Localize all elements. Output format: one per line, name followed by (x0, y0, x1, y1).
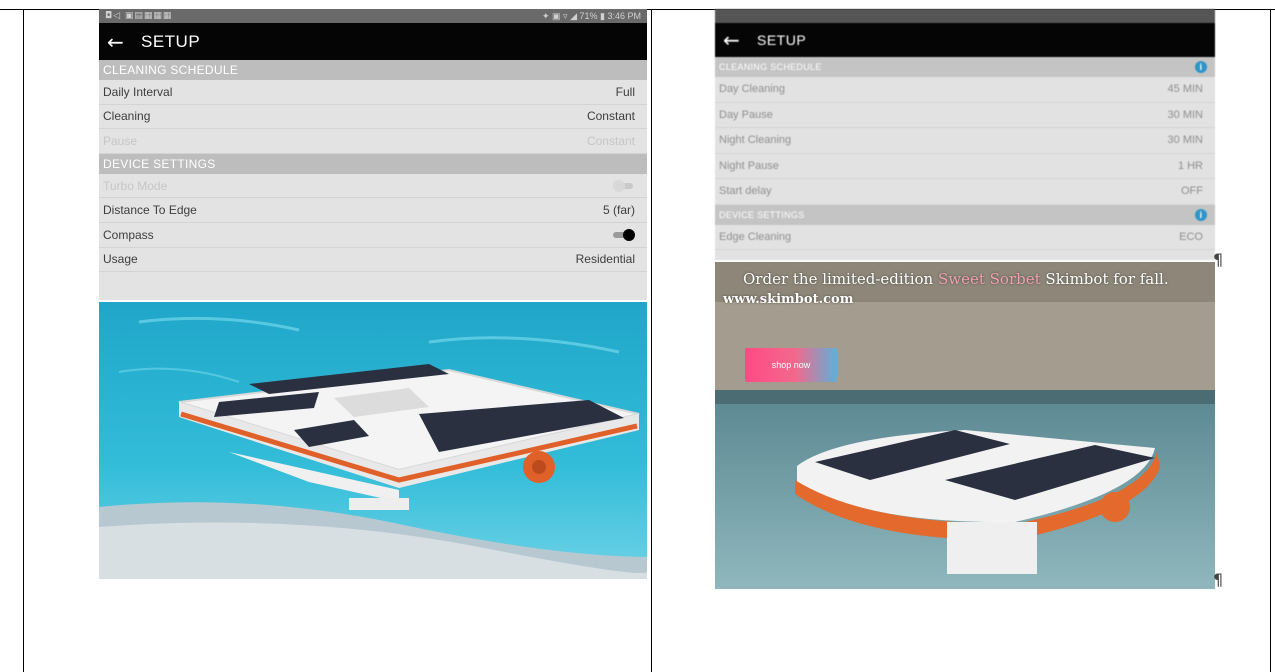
setting-label: Compass (103, 227, 154, 242)
skimbot-ad-image: Order the limited-edition Sweet Sorbet S… (715, 262, 1215, 589)
back-arrow-icon[interactable]: ← (723, 28, 757, 52)
status-time: ✦ ▣ ▿ ◢ 71% ▮ 3:46 PM (542, 10, 641, 21)
setting-label: Day Cleaning (719, 83, 786, 96)
table-border-middle (651, 9, 652, 672)
section-header-cleaning-schedule: CLEANING SCHEDULE i (715, 57, 1215, 77)
table-border-left (23, 9, 24, 672)
setting-label: Day Pause (719, 108, 773, 121)
setting-value: 5 (far) (602, 203, 635, 218)
ad-headline-post: Skimbot for fall. (1045, 270, 1169, 288)
setting-row-cleaning[interactable]: Cleaning Constant (99, 105, 647, 130)
setting-row-distance-to-edge[interactable]: Distance To Edge 5 (far) (99, 198, 647, 223)
table-border-right (1270, 9, 1271, 672)
app-bar: ← SETUP (99, 23, 647, 60)
section-header-device-settings: DEVICE SETTINGS (99, 153, 647, 174)
setting-row-turbo-mode: Turbo Mode (99, 174, 647, 199)
pool-robot-ad-illustration (715, 262, 1215, 589)
paragraph-mark: ¶ (1213, 570, 1224, 589)
setting-label: Daily Interval (103, 84, 173, 99)
setting-value: ECO (1179, 230, 1203, 243)
setting-value: Residential (575, 252, 635, 267)
page-title: SETUP (141, 31, 201, 51)
setting-row-night-pause[interactable]: Night Pause 1 HR (715, 154, 1215, 179)
setting-value: Full (615, 84, 635, 99)
setting-row-edge-cleaning[interactable]: Edge Cleaning ECO (715, 225, 1215, 250)
setting-row-compass: Compass (99, 223, 647, 248)
section-header-device-settings: DEVICE SETTINGS i (715, 204, 1215, 225)
ad-headline-pre: Order the limited-edition (743, 270, 934, 288)
setting-value: 30 MIN (1167, 134, 1203, 147)
back-arrow-icon[interactable]: ← (107, 30, 141, 54)
setting-value: 1 HR (1177, 159, 1203, 172)
setting-value: 30 MIN (1167, 108, 1203, 121)
setting-label: Distance To Edge (103, 203, 197, 218)
section-title: DEVICE SETTINGS (103, 156, 216, 171)
setting-value: 45 MIN (1167, 83, 1203, 96)
shop-now-button[interactable]: shop now (745, 348, 837, 382)
setting-label: Pause (103, 133, 138, 148)
setting-value: Constant (586, 133, 635, 148)
compass-toggle[interactable] (613, 228, 635, 241)
setting-label: Start delay (719, 185, 772, 198)
setting-row-daily-interval[interactable]: Daily Interval Full (99, 80, 647, 105)
setting-row-day-cleaning[interactable]: Day Cleaning 45 MIN (715, 77, 1215, 103)
setting-row-usage[interactable]: Usage Residential (99, 248, 647, 273)
setting-label: Night Pause (719, 159, 779, 172)
section-header-cleaning-schedule: CLEANING SCHEDULE (99, 60, 647, 80)
setup-screenshot-right: ← SETUP CLEANING SCHEDULE i Day Cleaning… (715, 9, 1215, 260)
setting-row-pause: Pause Constant (99, 129, 647, 154)
setting-row-start-delay[interactable]: Start delay OFF (715, 179, 1215, 205)
setting-row-night-cleaning[interactable]: Night Cleaning 30 MIN (715, 128, 1215, 154)
paragraph-mark: ¶ (1213, 250, 1224, 269)
app-bar: ← SETUP (715, 23, 1215, 57)
page-title: SETUP (757, 32, 807, 48)
turbo-mode-toggle (613, 179, 635, 192)
setting-value: Constant (586, 109, 635, 124)
setting-row-day-pause[interactable]: Day Pause 30 MIN (715, 103, 1215, 128)
setting-label: Edge Cleaning (719, 230, 792, 243)
status-bar: ◘◁ ▣▤▦▦▦ ✦ ▣ ▿ ◢ 71% ▮ 3:46 PM (99, 9, 647, 23)
section-title: CLEANING SCHEDULE (103, 63, 239, 77)
status-bar (715, 9, 1215, 23)
info-icon[interactable]: i (1195, 208, 1207, 221)
setup-screenshot-left: ◘◁ ▣▤▦▦▦ ✦ ▣ ▿ ◢ 71% ▮ 3:46 PM ← SETUP C… (99, 9, 647, 300)
setting-label: Usage (103, 252, 138, 267)
ad-url[interactable]: www.skimbot.com (723, 292, 853, 307)
section-title: CLEANING SCHEDULE (719, 62, 822, 72)
skimbot-pool-photo (99, 302, 647, 579)
section-title: DEVICE SETTINGS (719, 209, 805, 220)
setting-label: Cleaning (103, 109, 151, 124)
pool-robot-illustration (99, 302, 647, 579)
setting-value: OFF (1181, 185, 1203, 198)
ad-headline-highlight: Sweet Sorbet (937, 270, 1041, 288)
setting-label: Turbo Mode (103, 178, 168, 193)
setting-label: Night Cleaning (719, 134, 792, 147)
status-icons: ◘◁ ▣▤▦▦▦ (105, 11, 173, 21)
info-icon[interactable]: i (1195, 61, 1207, 73)
ad-headline: Order the limited-edition Sweet Sorbet S… (743, 270, 1169, 288)
